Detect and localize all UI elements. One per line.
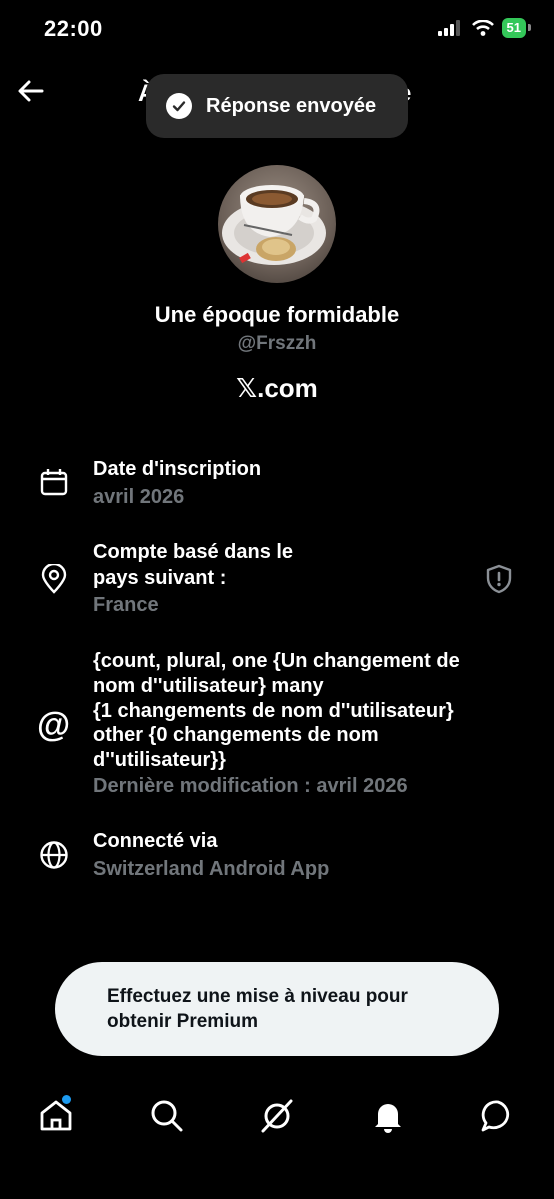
home-notification-dot: [62, 1095, 71, 1104]
calendar-icon: [40, 469, 68, 496]
handle: @Frszzh: [237, 333, 317, 354]
username-line5: d''utilisateur}}: [93, 749, 226, 771]
toast-text: Réponse envoyée: [206, 94, 377, 117]
at-sign-icon: @: [37, 706, 71, 744]
back-arrow-icon[interactable]: [14, 74, 48, 108]
search-icon[interactable]: [149, 1098, 185, 1134]
messages-icon[interactable]: [480, 1098, 516, 1134]
globe-icon: [40, 841, 68, 869]
battery-indicator: 51: [501, 18, 532, 38]
website-link[interactable]: 𝕏.com: [0, 373, 554, 404]
username-line4: other {0 changements de nom: [93, 724, 379, 746]
premium-line2: obtenir Premium: [107, 1011, 258, 1032]
wifi-icon: [471, 20, 494, 36]
display-name: Une époque formidable: [154, 302, 400, 327]
country-title-line2: pays suivant :: [93, 567, 227, 589]
location-pin-icon: [41, 564, 67, 594]
notifications-icon[interactable]: [370, 1098, 406, 1134]
joined-title: Date d'inscription: [93, 458, 262, 480]
toast: Réponse envoyée: [146, 74, 408, 138]
status-icons: 51: [437, 18, 532, 38]
username-line3: {1 changements de nom d''utilisateur}: [93, 700, 454, 722]
connected-value: Switzerland Android App: [93, 858, 330, 880]
username-line1: {count, plural, one {Un changement de: [93, 650, 460, 672]
country-title-line1: Compte basé dans le: [93, 541, 294, 563]
premium-line1: Effectuez une mise à niveau pour: [107, 986, 408, 1007]
username-value: Dernière modification : avril 2026: [93, 775, 408, 797]
premium-upgrade-button[interactable]: Effectuez une mise à niveau pour obtenir…: [55, 962, 499, 1056]
signal-icon: [437, 20, 460, 36]
country-value: France: [93, 594, 159, 616]
avatar[interactable]: [218, 165, 336, 283]
grok-icon[interactable]: [259, 1098, 295, 1134]
check-icon: [166, 93, 192, 119]
shield-icon[interactable]: [485, 564, 513, 594]
joined-value: avril 2026: [93, 486, 185, 508]
username-line2: nom d''utilisateur} many: [93, 675, 324, 697]
connected-title: Connecté via: [93, 830, 218, 852]
status-time: 22:00: [44, 16, 103, 41]
